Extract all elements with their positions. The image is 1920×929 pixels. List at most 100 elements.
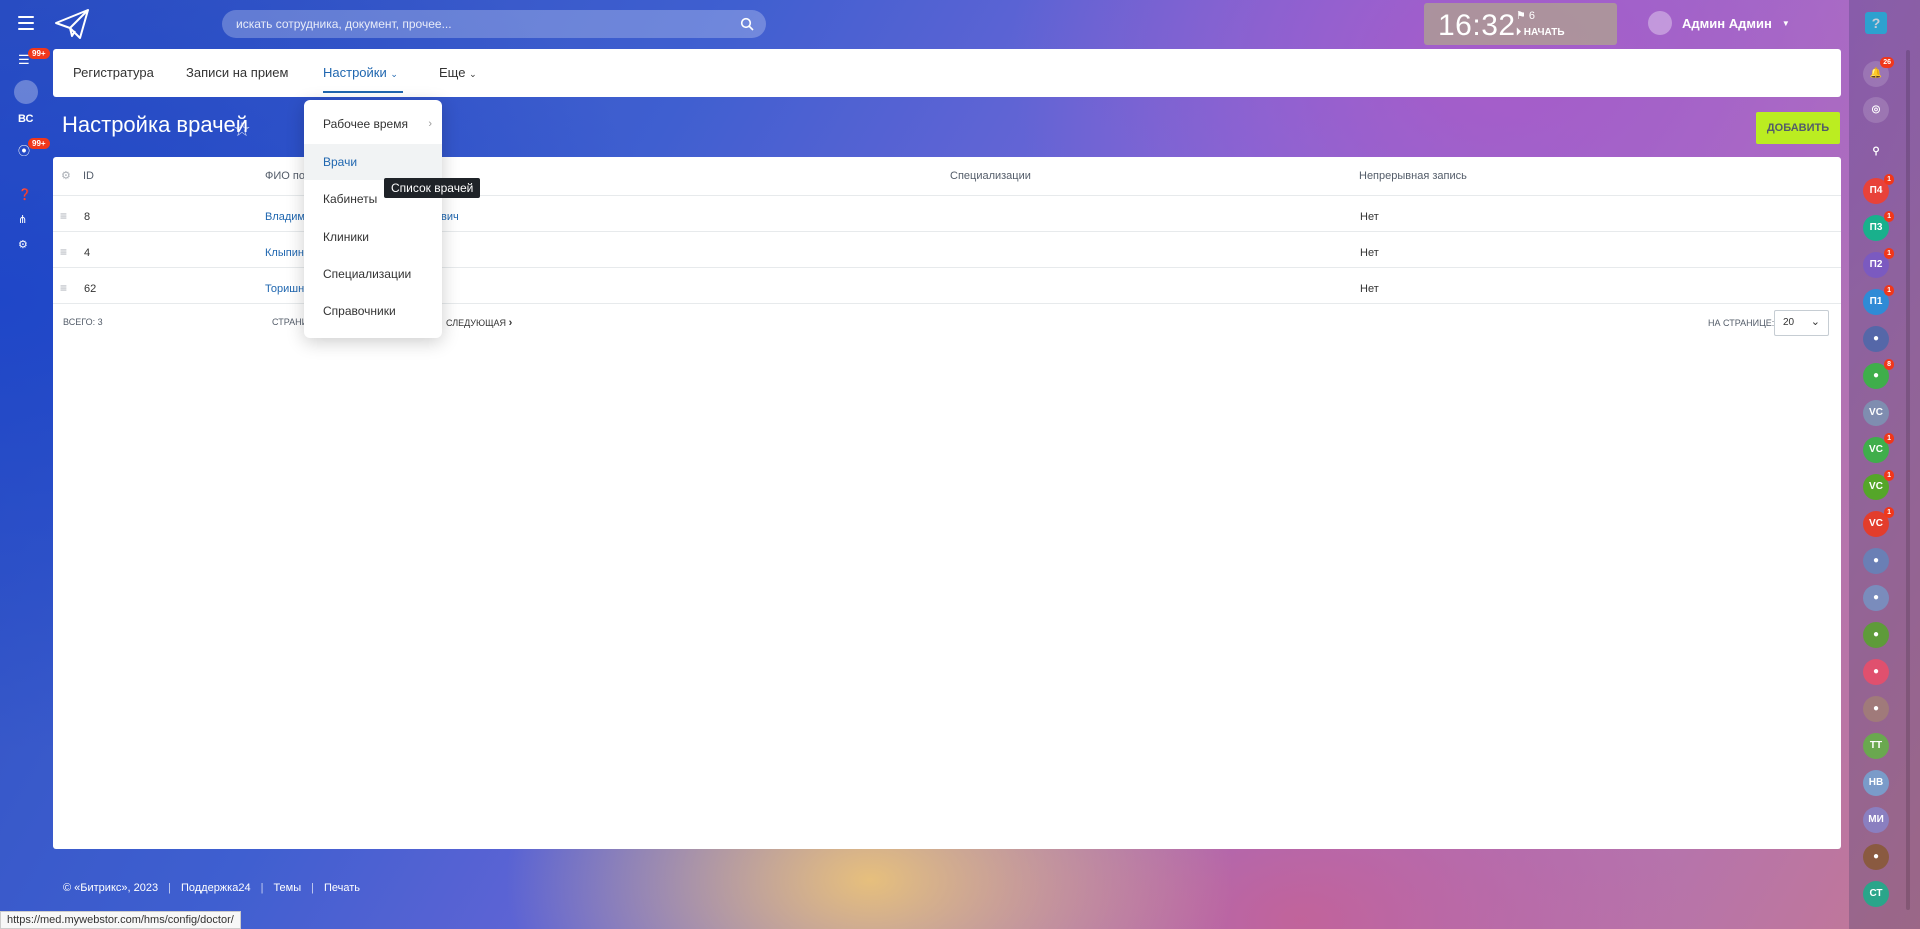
page-title: Настройка врачей [62, 112, 249, 137]
chat-badge: 1 [1884, 248, 1894, 259]
user-menu[interactable]: Админ Админ ▼ [1648, 10, 1790, 36]
row-name-link[interactable]: Торишн [265, 283, 304, 295]
flag-counter: ⚑ 6 [1516, 10, 1536, 22]
chevron-down-icon: ⌄ [469, 69, 477, 79]
chat-avatar[interactable]: ● [1863, 585, 1889, 611]
active-tab-underline [323, 91, 403, 93]
chat-avatar[interactable]: П2 1 [1863, 248, 1894, 278]
filter-icon[interactable]: ☰ 99+ [18, 48, 50, 68]
add-button[interactable]: ДОБАВИТЬ [1756, 112, 1840, 144]
column-header-specializations[interactable]: Специализации [950, 170, 1031, 182]
chevron-right-icon: › [428, 118, 432, 130]
chat-avatar[interactable]: ● [1863, 622, 1889, 648]
menu-hamburger-icon[interactable] [18, 16, 34, 30]
row-name-link[interactable]: Клыпин [265, 247, 304, 259]
tooltip: Список врачей [384, 178, 481, 198]
chat-avatar[interactable]: VC 1 [1863, 470, 1894, 500]
user-initials[interactable]: ВС [18, 113, 33, 125]
worktime-widget[interactable]: 16:32 ⚑ 6 ⏵ НАЧАТЬ [1424, 3, 1617, 45]
chat-avatar-label: VC [1869, 481, 1883, 492]
dropdown-item-specializations[interactable]: Специализации [304, 256, 442, 292]
search-icon[interactable] [740, 17, 754, 31]
chat-avatar[interactable]: ● [1863, 659, 1889, 685]
question-icon[interactable]: ❓ [18, 188, 32, 201]
copyright: © «Битрикс», 2023 [63, 882, 159, 894]
chat-avatar[interactable]: ● [1863, 844, 1889, 870]
row-continuous: Нет [1360, 283, 1379, 295]
clock: 16:32 [1438, 9, 1516, 42]
column-header-continuous[interactable]: Непрерывная запись [1359, 170, 1467, 182]
gear-icon[interactable]: ⚙ [61, 169, 71, 182]
per-page-value: 20 [1783, 317, 1795, 328]
chat-badge: 1 [1884, 470, 1894, 481]
column-header-name[interactable]: ФИО по [265, 170, 305, 182]
dropdown-item-doctors[interactable]: Врачи [304, 144, 442, 180]
play-icon: ⏵ [1516, 27, 1521, 38]
status-url: https://med.mywebstor.com/hms/config/doc… [0, 911, 241, 929]
row-id: 4 [84, 247, 91, 259]
chat-badge: 1 [1884, 211, 1894, 222]
drag-handle-icon[interactable]: ≡ [60, 281, 67, 295]
dropdown-item-worktime[interactable]: Рабочее время › [304, 106, 442, 142]
dropdown-item-directories[interactable]: Справочники [304, 293, 442, 329]
chat-avatar-label: П2 [1869, 259, 1883, 270]
chat-avatar-label: ● [1872, 666, 1880, 677]
bitrix-logo-icon[interactable] [52, 6, 92, 42]
drag-handle-icon[interactable]: ≡ [60, 209, 67, 223]
chat-avatar-label: VC [1869, 518, 1883, 529]
search-icon[interactable]: ⚲ [1863, 139, 1889, 165]
scrollbar[interactable] [1904, 50, 1912, 929]
print-link[interactable]: Печать [324, 882, 360, 894]
row-name-link[interactable]: вич [441, 211, 459, 223]
chat-avatar[interactable]: НВ [1863, 770, 1889, 796]
chat-icon[interactable]: ◎ [1863, 97, 1889, 123]
chat-avatar-label: НВ [1868, 777, 1884, 788]
chat-avatar[interactable]: ● 8 [1863, 359, 1894, 389]
gear-icon[interactable]: ⚙ [18, 238, 28, 251]
chat-avatar-label: ● [1872, 370, 1880, 381]
chat-avatar[interactable]: П4 1 [1863, 174, 1894, 204]
menu-item-settings[interactable]: Настройки ⌄ [323, 49, 398, 97]
search-input[interactable]: искать сотрудника, документ, прочее... [222, 10, 766, 38]
notification-badge: 26 [1880, 57, 1894, 68]
notification-bell-icon[interactable]: 🔔 26 [1863, 57, 1894, 87]
tasks-icon[interactable]: ⦿ 99+ [18, 138, 50, 159]
chat-avatar[interactable]: ТТ [1863, 733, 1889, 759]
chat-avatar[interactable]: VC 1 [1863, 433, 1894, 463]
pagination-label: СТРАНИ [272, 317, 309, 327]
page-footer: © «Битрикс», 2023 | Поддержка24 | Темы |… [63, 882, 361, 894]
chat-avatar[interactable]: ● [1863, 326, 1889, 352]
chat-avatar-label: МИ [1868, 814, 1884, 825]
start-workday-button[interactable]: ⏵ НАЧАТЬ [1516, 27, 1565, 38]
chat-avatar-label: ● [1872, 851, 1880, 862]
next-page-link[interactable]: СЛЕДУЮЩАЯ › [446, 317, 512, 329]
themes-link[interactable]: Темы [273, 882, 301, 894]
row-id: 8 [84, 211, 91, 223]
chat-avatar[interactable]: VC 1 [1863, 507, 1894, 537]
search-placeholder: искать сотрудника, документ, прочее... [236, 17, 452, 31]
support-link[interactable]: Поддержка24 [181, 882, 251, 894]
chat-avatar[interactable]: ● [1863, 696, 1889, 722]
chat-avatar[interactable]: СТ [1863, 881, 1889, 907]
menu-item-registratura[interactable]: Регистратура [73, 49, 154, 97]
chat-avatar-label: ● [1872, 629, 1880, 640]
menu-item-appointments[interactable]: Записи на прием [186, 49, 288, 97]
total-count: ВСЕГО: 3 [63, 317, 103, 327]
filter-badge: 99+ [28, 48, 50, 59]
chat-avatar[interactable]: VC [1863, 400, 1889, 426]
structure-icon[interactable]: ⋔ [18, 213, 27, 226]
chat-avatar[interactable]: МИ [1863, 807, 1889, 833]
menu-item-more[interactable]: Еще ⌄ [439, 49, 477, 97]
chat-avatar[interactable]: П1 1 [1863, 285, 1894, 315]
per-page-label: НА СТРАНИЦЕ: [1708, 318, 1775, 328]
per-page-select[interactable]: 20 ⌄ [1774, 310, 1829, 336]
chevron-down-icon: ⌄ [390, 69, 398, 79]
drag-handle-icon[interactable]: ≡ [60, 245, 67, 259]
dropdown-item-clinics[interactable]: Клиники [304, 219, 442, 255]
star-icon[interactable]: ☆ [233, 117, 251, 142]
chat-avatar[interactable]: П3 1 [1863, 211, 1894, 241]
avatar[interactable] [14, 80, 38, 104]
row-name-link[interactable]: Владим [265, 211, 305, 223]
column-header-id[interactable]: ID [83, 170, 94, 182]
chat-avatar[interactable]: ● [1863, 548, 1889, 574]
